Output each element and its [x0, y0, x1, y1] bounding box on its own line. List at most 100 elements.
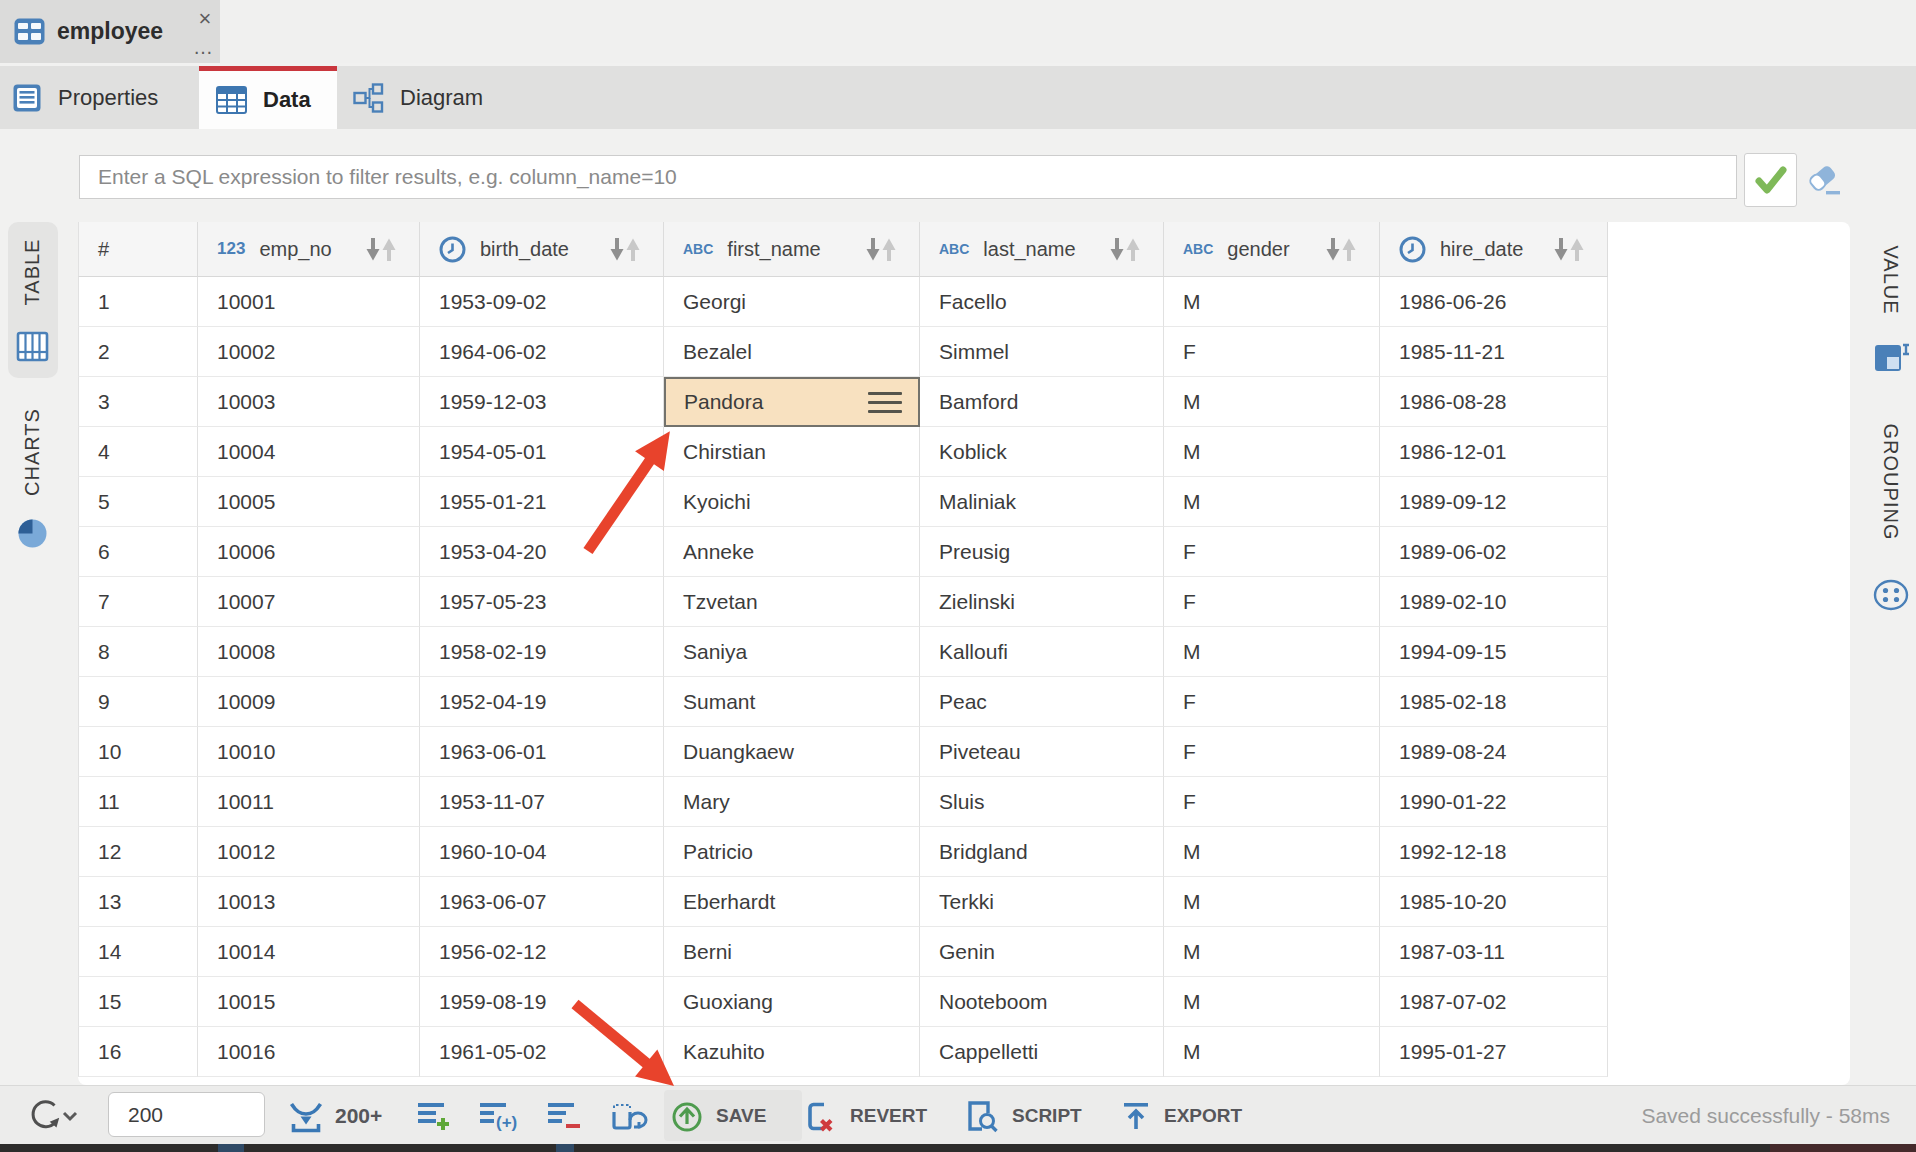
column-header-hire_date[interactable]: hire_date [1380, 222, 1608, 277]
data-cell-birth_date[interactable]: 1955-01-21 [420, 477, 664, 527]
close-icon[interactable]: × [194, 6, 216, 32]
column-header-birth_date[interactable]: birth_date [420, 222, 664, 277]
data-cell-hire_date[interactable]: 1994-09-15 [1380, 627, 1608, 677]
data-cell-last_name[interactable]: Bamford [920, 377, 1164, 427]
column-header-emp_no[interactable]: 123emp_no [198, 222, 420, 277]
data-cell-birth_date[interactable]: 1961-05-02 [420, 1027, 664, 1077]
data-cell-birth_date[interactable]: 1952-04-19 [420, 677, 664, 727]
data-cell-emp_no[interactable]: 10003 [198, 377, 420, 427]
row-number-cell[interactable]: 3 [78, 377, 198, 427]
data-cell-hire_date[interactable]: 1987-03-11 [1380, 927, 1608, 977]
row-number-cell[interactable]: 15 [78, 977, 198, 1027]
data-cell-emp_no[interactable]: 10016 [198, 1027, 420, 1077]
data-cell-first_name[interactable]: Sumant [664, 677, 920, 727]
data-cell-emp_no[interactable]: 10001 [198, 277, 420, 327]
data-cell-last_name[interactable]: Genin [920, 927, 1164, 977]
data-cell-hire_date[interactable]: 1989-09-12 [1380, 477, 1608, 527]
save-button[interactable]: SAVE [670, 1086, 766, 1145]
row-number-cell[interactable]: 6 [78, 527, 198, 577]
data-cell-hire_date[interactable]: 1985-10-20 [1380, 877, 1608, 927]
row-number-cell[interactable]: 14 [78, 927, 198, 977]
row-number-cell[interactable]: 16 [78, 1027, 198, 1077]
data-cell-birth_date[interactable]: 1964-06-02 [420, 327, 664, 377]
data-cell-gender[interactable]: M [1164, 827, 1380, 877]
data-cell-first_name[interactable]: Anneke [664, 527, 920, 577]
data-cell-first_name[interactable]: Mary [664, 777, 920, 827]
data-cell-gender[interactable]: M [1164, 427, 1380, 477]
row-number-cell[interactable]: 12 [78, 827, 198, 877]
data-cell-gender[interactable]: F [1164, 527, 1380, 577]
sort-toggle-icon[interactable] [363, 236, 399, 263]
tab-diagram[interactable]: Diagram [337, 66, 517, 129]
cell-menu-icon[interactable] [868, 386, 902, 419]
data-cell-emp_no[interactable]: 10009 [198, 677, 420, 727]
sidebar-tab-grouping[interactable]: GROUPING [1879, 424, 1902, 541]
fetch-size-input[interactable]: 200 [108, 1092, 265, 1137]
delete-row-button[interactable] [546, 1086, 582, 1145]
data-cell-emp_no[interactable]: 10006 [198, 527, 420, 577]
data-cell-last_name[interactable]: Koblick [920, 427, 1164, 477]
data-cell-emp_no[interactable]: 10007 [198, 577, 420, 627]
data-cell-gender[interactable]: M [1164, 1027, 1380, 1077]
data-cell-first_name[interactable]: Tzvetan [664, 577, 920, 627]
data-cell-birth_date[interactable]: 1963-06-01 [420, 727, 664, 777]
script-button[interactable]: SCRIPT [962, 1086, 1082, 1145]
tab-employee[interactable]: employee [0, 0, 220, 63]
fetch-next-page-button[interactable]: 200+ [288, 1086, 382, 1145]
sort-toggle-icon[interactable] [1107, 236, 1143, 263]
data-cell-gender[interactable]: M [1164, 277, 1380, 327]
data-cell-emp_no[interactable]: 10015 [198, 977, 420, 1027]
data-cell-gender[interactable]: M [1164, 927, 1380, 977]
data-cell-hire_date[interactable]: 1986-12-01 [1380, 427, 1608, 477]
revert-button[interactable]: REVERT [800, 1086, 927, 1145]
sql-filter-input[interactable]: Enter a SQL expression to filter results… [79, 155, 1737, 199]
data-cell-last_name[interactable]: Kalloufi [920, 627, 1164, 677]
row-number-cell[interactable]: 11 [78, 777, 198, 827]
data-cell-birth_date[interactable]: 1953-09-02 [420, 277, 664, 327]
data-cell-hire_date[interactable]: 1989-08-24 [1380, 727, 1608, 777]
data-cell-hire_date[interactable]: 1986-08-28 [1380, 377, 1608, 427]
data-cell-last_name[interactable]: Cappelletti [920, 1027, 1164, 1077]
data-cell-first_name[interactable]: Berni [664, 927, 920, 977]
apply-filter-button[interactable] [1744, 153, 1797, 207]
data-cell-gender[interactable]: M [1164, 627, 1380, 677]
column-header-rownum[interactable]: # [78, 222, 198, 277]
row-number-cell[interactable]: 13 [78, 877, 198, 927]
data-cell-hire_date[interactable]: 1987-07-02 [1380, 977, 1608, 1027]
row-number-cell[interactable]: 4 [78, 427, 198, 477]
data-cell-emp_no[interactable]: 10005 [198, 477, 420, 527]
data-cell-hire_date[interactable]: 1990-01-22 [1380, 777, 1608, 827]
row-number-cell[interactable]: 1 [78, 277, 198, 327]
data-cell-gender[interactable]: F [1164, 677, 1380, 727]
data-cell-gender[interactable]: M [1164, 977, 1380, 1027]
data-cell-hire_date[interactable]: 1989-02-10 [1380, 577, 1608, 627]
data-cell-last_name[interactable]: Facello [920, 277, 1164, 327]
data-cell-birth_date[interactable]: 1957-05-23 [420, 577, 664, 627]
data-cell-gender[interactable]: F [1164, 777, 1380, 827]
data-cell-birth_date[interactable]: 1963-06-07 [420, 877, 664, 927]
row-number-cell[interactable]: 9 [78, 677, 198, 727]
data-cell-last_name[interactable]: Maliniak [920, 477, 1164, 527]
row-number-cell[interactable]: 10 [78, 727, 198, 777]
refresh-row-button[interactable] [608, 1086, 648, 1145]
data-cell-birth_date[interactable]: 1956-02-12 [420, 927, 664, 977]
data-cell-first_name[interactable]: Saniya [664, 627, 920, 677]
data-cell-last_name[interactable]: Piveteau [920, 727, 1164, 777]
data-cell-hire_date[interactable]: 1992-12-18 [1380, 827, 1608, 877]
data-cell-first_name[interactable]: Duangkaew [664, 727, 920, 777]
sidebar-tab-value[interactable]: VALUE [1879, 245, 1902, 314]
data-cell-last_name[interactable]: Peac [920, 677, 1164, 727]
column-header-first_name[interactable]: ABCfirst_name [664, 222, 920, 277]
data-cell-birth_date[interactable]: 1959-12-03 [420, 377, 664, 427]
sort-toggle-icon[interactable] [1551, 236, 1587, 263]
sort-toggle-icon[interactable] [1323, 236, 1359, 263]
data-cell-emp_no[interactable]: 10002 [198, 327, 420, 377]
data-cell-first_name[interactable]: Guoxiang [664, 977, 920, 1027]
data-cell-emp_no[interactable]: 10004 [198, 427, 420, 477]
data-cell-gender[interactable]: M [1164, 877, 1380, 927]
data-cell-last_name[interactable]: Sluis [920, 777, 1164, 827]
clear-filter-icon[interactable] [1804, 162, 1844, 200]
data-cell-first_name[interactable]: Kyoichi [664, 477, 920, 527]
data-cell-last_name[interactable]: Bridgland [920, 827, 1164, 877]
data-cell-first_name[interactable]: Chirstian [664, 427, 920, 477]
